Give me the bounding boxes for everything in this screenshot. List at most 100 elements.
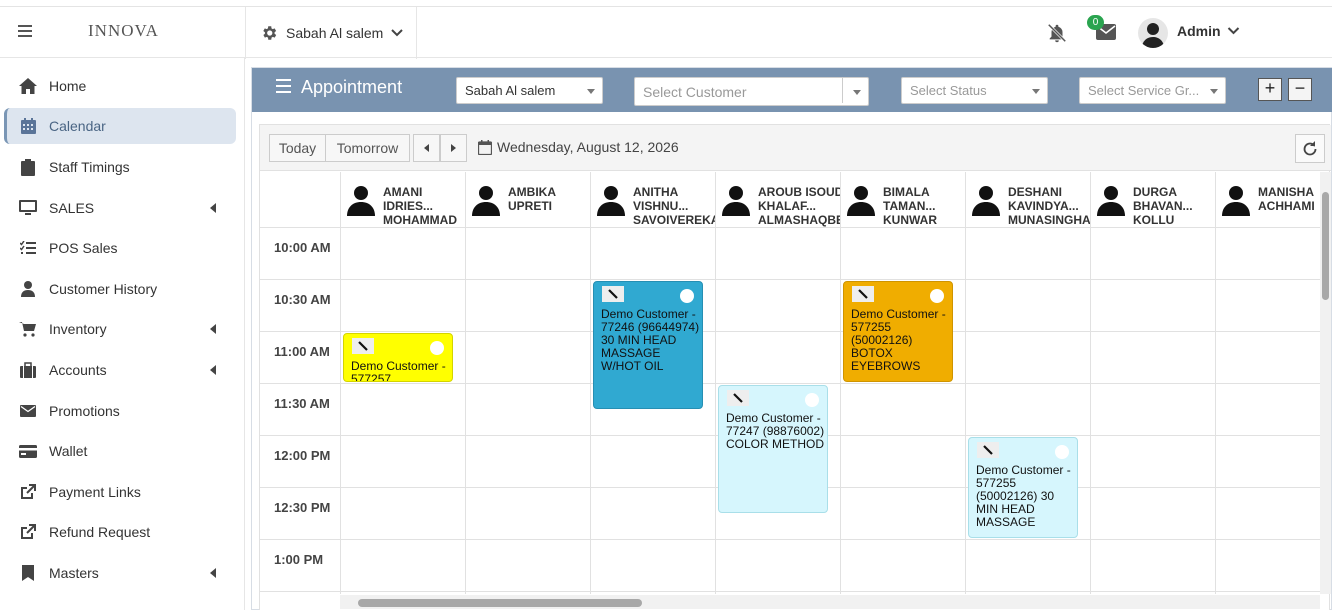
edit-icon[interactable] (602, 286, 624, 302)
status-select[interactable]: Select Status (901, 77, 1048, 104)
user-menu[interactable]: Admin (1177, 23, 1240, 39)
branch-selector[interactable]: Sabah Al salem (260, 22, 404, 44)
sidebar-item-customer-history[interactable]: Customer History (4, 271, 236, 307)
refresh-icon (1303, 140, 1317, 155)
prev-day-button[interactable] (413, 134, 440, 162)
column-divider (965, 228, 966, 594)
sidebar-item-inventory[interactable]: Inventory (4, 311, 236, 347)
chevron-right-icon (451, 144, 456, 152)
sidebar-item-label: Calendar (49, 118, 106, 134)
staff-column-header: ANITHA VISHNU... SAVOIVEREKAR (590, 172, 716, 228)
sidebar-item-pos-sales[interactable]: POS Sales (4, 230, 236, 266)
column-divider (840, 228, 841, 594)
time-slot-row[interactable]: 10:00 AM (260, 228, 1320, 280)
zoom-out-button[interactable]: − (1288, 78, 1312, 101)
envelope-icon (20, 405, 36, 417)
today-button[interactable]: Today (269, 134, 326, 162)
staff-column-header: BIMALA TAMAN... KUNWAR (840, 172, 965, 228)
sidebar-item-sales[interactable]: SALES (4, 190, 236, 226)
sidebar-item-payment-links[interactable]: Payment Links (4, 474, 236, 510)
calendar-icon (478, 139, 492, 155)
sidebar-item-accounts[interactable]: Accounts (4, 352, 236, 388)
page-title: Appointment (276, 77, 402, 98)
column-divider (465, 228, 466, 594)
dropdown-arrow-icon (587, 89, 595, 94)
staff-name: AMANI IDRIES... MOHAMMAD (383, 185, 457, 227)
bell-off-icon[interactable] (1046, 22, 1068, 44)
service-group-select[interactable]: Select Service Gr... (1079, 77, 1226, 104)
edit-icon[interactable] (977, 442, 999, 458)
dropdown-arrow-icon (1032, 89, 1040, 94)
monitor-icon (19, 200, 37, 215)
appointment-event[interactable]: Demo Customer - 77247 (98876002) COLOR M… (718, 385, 828, 513)
customer-select[interactable]: Select Customer (634, 77, 869, 106)
time-label: 11:30 AM (274, 396, 330, 411)
appointment-event[interactable]: Demo Customer - 577255 (50002126) 30 MIN… (968, 437, 1078, 538)
customer-select-placeholder: Select Customer (643, 83, 747, 100)
sidebar-item-label: Wallet (49, 443, 88, 459)
sidebar-item-promotions[interactable]: Promotions (4, 393, 236, 429)
sidebar-item-home[interactable]: Home (4, 68, 236, 104)
calendar-toolbar: Today Tomorrow Wednesday, August 12, 202… (260, 125, 1331, 171)
time-slot-row[interactable]: 10:30 AM (260, 280, 1320, 332)
horizontal-scrollbar[interactable] (340, 595, 1320, 609)
menu-toggle-icon[interactable] (18, 25, 32, 37)
sidebar-item-masters[interactable]: Masters (4, 555, 236, 591)
time-slot-row[interactable]: 1:00 PM (260, 540, 1320, 592)
column-divider (1090, 228, 1091, 594)
status-circle-icon[interactable] (680, 289, 694, 303)
time-label: 12:00 PM (274, 448, 331, 463)
scrollbar-thumb[interactable] (358, 599, 642, 607)
divider (245, 7, 246, 59)
appointment-text: Demo Customer - 577257 (351, 359, 446, 382)
person-icon (847, 186, 875, 216)
edit-icon[interactable] (852, 286, 874, 302)
status-circle-icon[interactable] (805, 393, 819, 407)
date-picker[interactable]: Wednesday, August 12, 2026 (478, 139, 679, 155)
list-icon (20, 241, 36, 254)
scrollbar-thumb[interactable] (1322, 192, 1329, 300)
user-name: Admin (1177, 23, 1221, 39)
appointment-text: Demo Customer - 577255 (50002126) 30 MIN… (976, 463, 1071, 529)
status-circle-icon[interactable] (1055, 445, 1069, 459)
divider (842, 78, 843, 103)
sidebar-item-refund-request[interactable]: Refund Request (4, 514, 236, 550)
staff-name: BIMALA TAMAN... KUNWAR (883, 185, 937, 227)
app-logo[interactable]: INNOVA (88, 21, 159, 41)
refresh-button[interactable] (1295, 134, 1325, 163)
sidebar-item-wallet[interactable]: Wallet (4, 433, 236, 469)
sidebar-item-label: SALES (49, 200, 95, 216)
sidebar-item-staff-timings[interactable]: Staff Timings (4, 149, 236, 185)
edit-icon[interactable] (727, 390, 749, 406)
vertical-scrollbar[interactable] (1320, 172, 1331, 594)
person-icon (972, 186, 1000, 216)
chevron-down-icon (391, 29, 404, 37)
home-icon (19, 78, 37, 94)
person-icon (722, 186, 750, 216)
avatar[interactable] (1138, 18, 1168, 48)
appointment-event[interactable]: Demo Customer - 577257 (343, 333, 453, 382)
bookmark-icon (22, 565, 34, 581)
zoom-in-button[interactable]: + (1258, 78, 1282, 101)
edit-icon[interactable] (352, 338, 374, 354)
appointment-event[interactable]: Demo Customer - 77246 (96644974) 30 MIN … (593, 281, 703, 409)
service-group-placeholder: Select Service Gr... (1088, 83, 1200, 98)
status-select-placeholder: Select Status (910, 83, 987, 98)
menu-icon[interactable] (276, 78, 291, 97)
status-circle-icon[interactable] (430, 341, 444, 355)
next-day-button[interactable] (440, 134, 467, 162)
time-label: 10:30 AM (274, 292, 331, 307)
time-label: 10:00 AM (274, 240, 331, 255)
tomorrow-button[interactable]: Tomorrow (325, 134, 410, 162)
sidebar-item-label: Inventory (49, 321, 107, 337)
caret-left-icon (210, 365, 216, 375)
sidebar-item-calendar[interactable]: Calendar (4, 108, 236, 144)
current-date: Wednesday, August 12, 2026 (497, 139, 679, 155)
staff-column-header: AROUB ISOUD KHALAF... ALMASHAQBEH (715, 172, 841, 228)
status-circle-icon[interactable] (930, 289, 944, 303)
column-divider (590, 228, 591, 594)
appointment-panel: Appointment Sabah Al salem Select Custom… (251, 67, 1332, 610)
appointment-event[interactable]: Demo Customer - 577255 (50002126) BOTOX … (843, 281, 953, 382)
sidebar-item-label: POS Sales (49, 240, 118, 256)
branch-select[interactable]: Sabah Al salem (456, 77, 603, 104)
